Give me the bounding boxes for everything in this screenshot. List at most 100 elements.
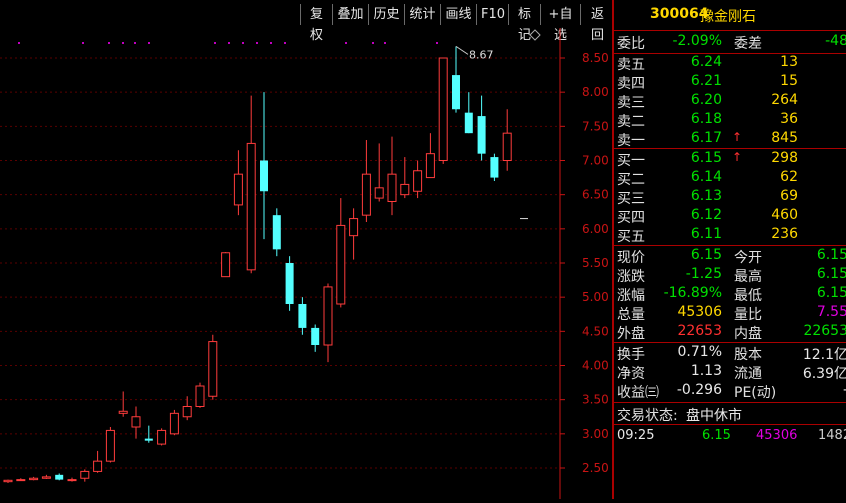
quote-panel: 300064 豫金刚石 委比 -2.09% 委差 -48 卖五 6.24 13 卖四 6… [612, 0, 846, 499]
sell-order-row: 卖五 6.24 13 [614, 54, 846, 73]
marker-dot [270, 42, 272, 44]
marker-dot [18, 42, 20, 44]
sell-order-label: 卖一 [617, 133, 645, 149]
y-tick-label: 7.50 [582, 119, 609, 133]
fund-value-2: 6.39亿 [802, 366, 846, 382]
sell-order-price: 6.18 [690, 111, 722, 127]
stat-row: 总量 45306 量比 7.55 [614, 304, 846, 323]
buy-order-price: 6.11 [690, 226, 722, 242]
tick-row: 09:25 6.15 45306 1482 [614, 425, 846, 445]
sell-order-price: 6.24 [690, 54, 722, 70]
marker-dot [82, 42, 84, 44]
candle-body [477, 116, 486, 154]
y-tick-label: 2.50 [582, 461, 609, 475]
toolbar-button-6[interactable]: 标记 [508, 4, 540, 43]
y-tick-label: 6.00 [582, 222, 609, 236]
candle-body [80, 470, 90, 479]
candle-body [361, 173, 371, 216]
y-tick-label: 7.00 [582, 154, 609, 168]
candle-body [105, 429, 115, 462]
fund-label: 换手 [617, 347, 645, 363]
candle-body [157, 429, 167, 445]
candle-body [400, 183, 410, 196]
y-tick-label: 3.00 [582, 427, 609, 441]
sell-order-volume: 15 [780, 73, 798, 89]
buy-order-price: 6.14 [690, 169, 722, 185]
divider [614, 30, 846, 31]
stat-label-2: 最高 [734, 269, 762, 285]
fund-label: 净资 [617, 366, 645, 382]
candle-body [323, 286, 333, 346]
candle-body [464, 112, 473, 134]
weibi-value: -2.09% [672, 33, 722, 49]
candle-body [272, 215, 281, 250]
marker-dot [372, 42, 374, 44]
candle-body [118, 410, 128, 414]
stat-value-2: 22653 [803, 323, 846, 339]
toolbar-button-8[interactable]: 返回 [580, 4, 614, 43]
weicha-value: -48 [825, 33, 846, 49]
fundamental-row: 收益㈢-0.296PE(动)- [614, 382, 846, 401]
weibi-label: 委比 [617, 36, 645, 52]
candle-body [502, 132, 512, 161]
stat-value-2: 6.15 [816, 266, 846, 282]
stat-row: 外盘 22653 内盘 22653 [614, 323, 846, 342]
sell-order-price: 6.21 [690, 73, 722, 89]
high-annotation-line [455, 45, 469, 55]
sell-order-label: 卖二 [617, 114, 645, 130]
candle-body [93, 460, 103, 472]
marker-dot [345, 42, 347, 44]
kline-chart[interactable]: 8.50 8.00 7.50 7.00 6.50 6.00 5.50 5.00 4.50 4.00… [0, 28, 612, 499]
marker-dot [384, 42, 386, 44]
candle-body [374, 187, 384, 199]
buy-order-volume: 460 [771, 207, 798, 223]
candle-body [16, 479, 26, 482]
marker-dot [108, 42, 110, 44]
toolbar-button-5[interactable]: F10 [476, 4, 508, 25]
y-tick-label: 6.50 [582, 188, 609, 202]
toolbar-button-4[interactable]: 画线 [440, 4, 476, 25]
stat-label: 总量 [617, 307, 645, 323]
buy-order-volume: 62 [780, 169, 798, 185]
diamond-icon [529, 29, 541, 41]
fund-value: 0.71% [677, 344, 722, 360]
candle-body [41, 476, 51, 479]
chart-toolbar: 复权叠加历史统计画线F10标记+自选返回 [0, 0, 614, 43]
candle-body [233, 173, 243, 206]
fund-value: 1.13 [690, 363, 722, 379]
stat-value-2: 6.15 [816, 285, 846, 301]
toolbar-button-0[interactable]: 复权 [300, 4, 332, 43]
toolbar-button-1[interactable]: 叠加 [332, 4, 368, 25]
stat-label-2: 内盘 [734, 326, 762, 342]
toolbar-button-2[interactable]: 历史 [368, 4, 404, 25]
buy-order-volume: 69 [780, 188, 798, 204]
fund-value-2: 12.1亿 [802, 347, 846, 363]
sell-order-label: 卖四 [617, 76, 645, 92]
stat-row: 涨跌 -1.25 最高 6.15 [614, 266, 846, 285]
toolbar-button-7[interactable]: +自选 [540, 4, 580, 43]
y-tick-label: 8.50 [582, 51, 609, 65]
stat-value: -16.89% [663, 285, 722, 301]
buy-order-row: 买五 6.11 236 [614, 226, 846, 245]
candle-body [311, 327, 320, 345]
candle-body [285, 263, 294, 304]
candle-body [169, 412, 179, 435]
toolbar-button-3[interactable]: 统计 [404, 4, 440, 25]
candle-body [55, 474, 64, 480]
sell-order-row: 卖三 6.20 264 [614, 92, 846, 111]
candle-body [425, 153, 435, 179]
up-arrow-icon: ↑ [732, 130, 743, 144]
marker-dot [214, 42, 216, 44]
stat-label-2: 今开 [734, 250, 762, 266]
y-tick-label: 3.50 [582, 393, 609, 407]
stock-name: 豫金刚石 [700, 9, 756, 25]
buy-order-label: 买一 [617, 153, 645, 169]
candle-body [438, 57, 448, 161]
marker-dot [122, 42, 124, 44]
candle-body [182, 406, 192, 418]
divider [614, 245, 846, 246]
divider [614, 342, 846, 343]
kline-chart-svg[interactable]: 8.50 8.00 7.50 7.00 6.50 6.00 5.50 5.00 4.50 4.00… [0, 28, 612, 499]
candle-body [131, 416, 141, 428]
stat-value: 45306 [677, 304, 722, 320]
